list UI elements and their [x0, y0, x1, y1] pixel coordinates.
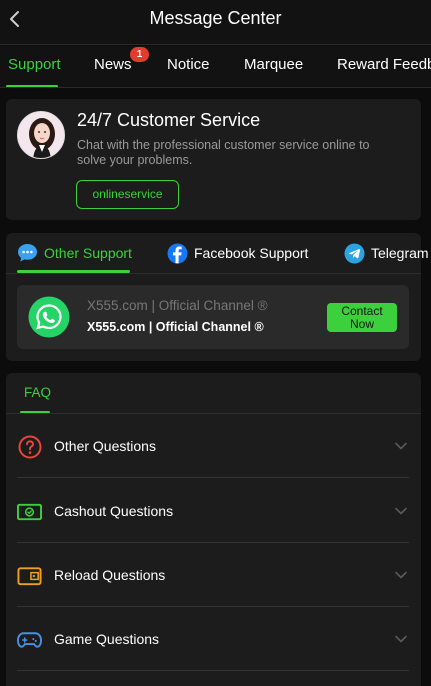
support-tab-telegram[interactable]: Telegram — [344, 241, 429, 265]
divider — [17, 670, 409, 671]
divider — [17, 477, 409, 478]
gamepad-icon — [17, 627, 42, 652]
wallet-icon — [17, 563, 42, 588]
customer-service-title: 24/7 Customer Service — [77, 110, 261, 130]
contact-now-button[interactable]: Contact Now — [327, 303, 397, 332]
tab-notice[interactable]: Notice — [167, 56, 210, 73]
support-tab-facebook-label: Facebook Support — [194, 245, 309, 261]
channel-subtitle: X555.com | Official Channel ® — [87, 320, 264, 334]
faq-item-game-questions[interactable]: Game Questions — [6, 607, 421, 671]
support-tab-facebook[interactable]: Facebook Support — [167, 241, 308, 265]
tab-marquee[interactable]: Marquee — [244, 56, 303, 73]
faq-item-label: Cashout Questions — [54, 503, 174, 519]
tab-reward-feedback[interactable]: Reward Feedb — [337, 56, 431, 73]
tab-support[interactable]: Support — [8, 56, 61, 73]
active-tab-indicator — [6, 85, 58, 87]
telegram-icon — [344, 243, 365, 264]
support-tab-other[interactable]: Other Support — [17, 241, 132, 265]
tab-news[interactable]: News — [94, 56, 132, 73]
faq-item-label: Other Questions — [54, 438, 156, 454]
top-tabs: Support News 1 Notice Marquee Reward Fee… — [0, 46, 431, 88]
faq-item-other-questions[interactable]: Other Questions — [6, 414, 421, 478]
question-circle-icon — [17, 434, 42, 459]
chevron-down-icon — [395, 507, 407, 515]
agent-avatar — [17, 111, 65, 159]
faq-item-label: Game Questions — [54, 631, 160, 647]
faq-item-label: Reload Questions — [54, 567, 166, 583]
page-title: Message Center — [149, 8, 282, 28]
online-service-button[interactable]: onlineservice — [76, 180, 179, 209]
channel-item: X555.com | Official Channel ® X555.com |… — [17, 285, 409, 349]
news-badge: 1 — [130, 47, 149, 62]
customer-service-description: Chat with the professional customer serv… — [77, 138, 370, 167]
support-tab-telegram-label: Telegram — [371, 245, 429, 261]
whatsapp-icon — [28, 296, 70, 338]
faq-item-cashout-questions[interactable]: Cashout Questions — [6, 479, 421, 543]
channel-title: X555.com | Official Channel ® — [87, 298, 268, 313]
chevron-down-icon — [395, 571, 407, 579]
chevron-down-icon — [395, 635, 407, 643]
header-bar: Message Center — [0, 0, 431, 45]
customer-service-card: 24/7 Customer Service Chat with the prof… — [6, 99, 421, 220]
faq-card: FAQ Other Questions Cashout Questions Re… — [6, 373, 421, 686]
cash-icon — [17, 499, 42, 524]
faq-item-reload-questions[interactable]: Reload Questions — [6, 543, 421, 607]
divider — [6, 273, 421, 274]
chat-bubble-icon — [17, 243, 38, 263]
facebook-icon — [167, 243, 188, 264]
support-tab-other-label: Other Support — [44, 245, 132, 261]
chevron-down-icon — [395, 442, 407, 450]
tab-faq[interactable]: FAQ — [24, 385, 51, 400]
support-channels-card: Other Support Facebook Support Telegram — [6, 233, 429, 361]
contact-now-label: Contact Now — [341, 304, 383, 331]
